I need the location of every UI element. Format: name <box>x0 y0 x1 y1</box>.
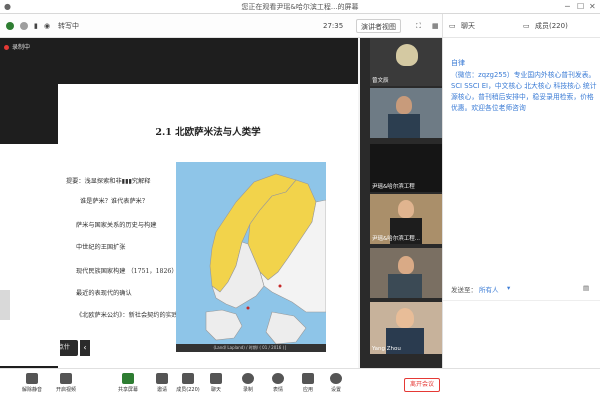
slide-line: 最近的表现代的确认 <box>76 290 132 297</box>
grid-icon[interactable]: ▦ <box>432 19 439 33</box>
signal-icon[interactable]: ▮ <box>34 19 38 33</box>
meeting-controls: 解除静音 开启视频 共享屏幕 邀请 成员(220) 聊天 录制 表情 应用 设置… <box>0 368 600 400</box>
close-icon[interactable]: ✕ <box>589 2 596 12</box>
slide-line: 提要：浅显探索和非▮▮▮究解释 <box>66 178 151 185</box>
slide-line: 现代民族国家构建 （1751，1826） <box>76 268 178 275</box>
share-screen-icon <box>122 373 134 384</box>
slide-line: 中世纪的王国扩张 <box>76 244 126 251</box>
avatar <box>398 200 414 218</box>
audio-icon[interactable]: ◉ <box>44 19 50 33</box>
info-icon[interactable] <box>20 19 28 33</box>
meeting-timer: 27:35 <box>323 22 344 30</box>
fullscreen-icon[interactable]: ⛶ <box>416 19 421 33</box>
chat-panel: ▭ 聊天 ▭ 成员(220) 自律 （微信：zqzg255）专业国内外核心普刊发… <box>442 14 600 368</box>
recording-indicator: 录制中 <box>4 43 30 53</box>
record-icon <box>242 373 254 384</box>
recording-dot-icon <box>4 45 9 50</box>
view-switch-label: 演讲者视图 <box>361 23 396 31</box>
avatar <box>396 96 412 114</box>
chat-icon <box>210 373 222 384</box>
send-to-select[interactable]: 所有人 <box>479 284 499 294</box>
participant-tile[interactable]: Yang Zhou <box>370 302 442 354</box>
chat-input[interactable] <box>443 300 600 368</box>
chevron-down-icon[interactable]: ▾ <box>507 284 510 292</box>
scandinavia-map-image: (Land/ Lapland) / 时期/ ( 01 / 2016 ) ▏ <box>176 162 327 352</box>
participant-video-column: 曾文辰 尹瑶&哈尔滨工程 尹瑶&哈尔滨工程... Yang Zhou <box>360 38 442 368</box>
participant-tile[interactable]: 尹瑶&哈尔滨工程... <box>370 194 442 244</box>
send-to-row: 发送至： 所有人 ▾ ▤ <box>443 284 600 298</box>
slide-title: 2.1 北欧萨米法与人类学 <box>155 127 261 138</box>
presentation-slide: 2.1 北欧萨米法与人类学 提要：浅显探索和非▮▮▮究解释 谁是萨米？谁代表萨米… <box>58 84 358 384</box>
chat-icon: ▭ <box>449 22 456 30</box>
map-illustration <box>176 162 327 352</box>
chat-sender-name: 自律 <box>451 59 465 67</box>
settings-button[interactable]: 设置 <box>316 371 356 399</box>
avatar <box>396 44 418 66</box>
invite-icon <box>156 373 168 384</box>
tab-members[interactable]: 成员(220) <box>535 19 568 33</box>
map-caption: (Land/ Lapland) / 时期/ ( 01 / 2016 ) ▏ <box>176 344 326 352</box>
avatar <box>396 308 414 328</box>
side-handle[interactable] <box>0 290 10 320</box>
participant-tile[interactable]: 尹瑶&哈尔滨工程 <box>370 144 442 192</box>
chat-message: （微信：zqzg255）专业国内外核心普刊发表。SCI SSCI EI，中文核心… <box>451 71 597 112</box>
white-band <box>0 144 60 366</box>
participant-tile[interactable] <box>370 88 442 138</box>
recording-label: 录制中 <box>12 44 31 51</box>
members-icon <box>182 373 194 384</box>
apps-icon <box>302 373 314 384</box>
collapse-arrow-icon[interactable]: ‹ <box>80 340 90 356</box>
tab-chat[interactable]: 聊天 <box>461 19 475 33</box>
transcription-status[interactable]: 转写中 <box>58 19 79 33</box>
slide-line: 《北欧萨米公约》：新社会契约的实践？ <box>76 312 185 319</box>
participant-name: 尹瑶&哈尔滨工程... <box>372 236 421 242</box>
settings-icon <box>330 373 342 384</box>
minimize-icon[interactable]: ─ <box>565 2 570 12</box>
title-bar: ● 您正在观看尹瑶&哈尔滨工程...的屏幕 ─ ☐ ✕ <box>0 0 600 14</box>
participant-tile[interactable]: 曾文辰 <box>370 38 442 86</box>
maximize-icon[interactable]: ☐ <box>577 2 584 12</box>
view-switch-button[interactable]: 演讲者视图 <box>356 19 401 33</box>
members-icon: ▭ <box>523 22 530 30</box>
chat-panel-tabs: ▭ 聊天 ▭ 成员(220) <box>443 14 600 38</box>
avatar <box>398 256 414 274</box>
security-shield-icon[interactable] <box>6 19 14 33</box>
slide-line: 萨米与国家关系的历史与构建 <box>76 222 157 229</box>
attachment-icon[interactable]: ▤ <box>583 284 589 292</box>
meeting-window: ● 您正在观看尹瑶&哈尔滨工程...的屏幕 ─ ☐ ✕ ▮ ◉ 转写中 27:3… <box>0 0 600 400</box>
start-video-button[interactable]: 开启视频 <box>46 371 86 399</box>
participant-tile[interactable] <box>370 248 442 298</box>
video-icon <box>60 373 72 384</box>
mic-icon <box>26 373 38 384</box>
emoji-icon <box>272 373 284 384</box>
participant-name: Yang Zhou <box>372 346 401 352</box>
leave-meeting-button[interactable]: 离开会议 <box>404 378 440 392</box>
participant-name: 曾文辰 <box>372 78 389 84</box>
participant-name: 尹瑶&哈尔滨工程 <box>372 184 415 190</box>
window-title: 您正在观看尹瑶&哈尔滨工程...的屏幕 <box>241 3 359 11</box>
slide-line: 谁是萨米？谁代表萨米？ <box>80 198 149 205</box>
send-to-label: 发送至： <box>451 286 477 294</box>
